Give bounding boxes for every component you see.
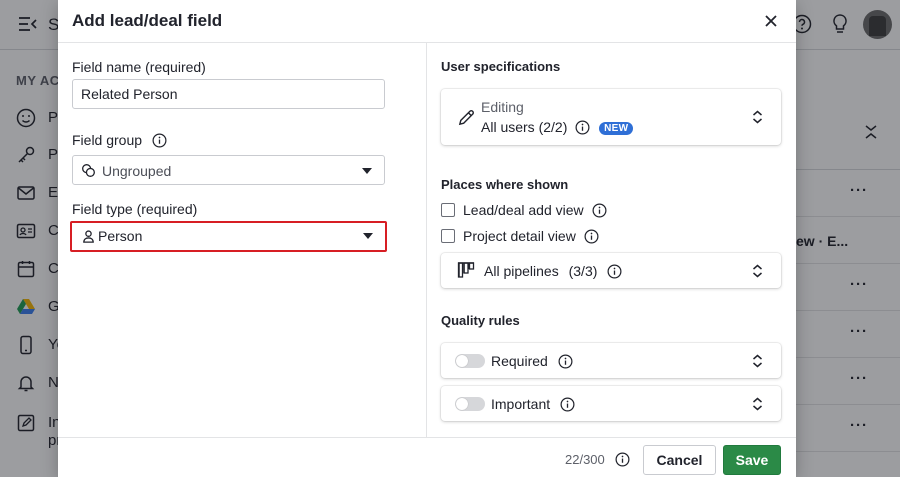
- chevron-updown-icon: [753, 264, 762, 278]
- checkbox-label: Project detail view: [463, 228, 599, 244]
- info-icon[interactable]: [575, 120, 590, 135]
- pipelines-card[interactable]: All pipelines (3/3): [441, 253, 781, 288]
- info-icon[interactable]: [560, 397, 575, 412]
- info-icon[interactable]: [615, 452, 630, 467]
- places-shown-title: Places where shown: [441, 177, 569, 192]
- info-icon[interactable]: [607, 264, 622, 279]
- info-icon[interactable]: [152, 133, 167, 148]
- field-settings-panel: Field name (required) Field group Ungrou…: [58, 43, 427, 437]
- field-type-label: Field type (required): [72, 201, 198, 217]
- pipelines-count: (3/3): [568, 263, 598, 279]
- close-icon: [765, 15, 777, 27]
- checkbox-label: Lead/deal add view: [463, 202, 607, 218]
- add-field-dialog: Add lead/deal field Field name (required…: [58, 0, 796, 477]
- dialog-title: Add lead/deal field: [72, 11, 223, 30]
- cancel-button[interactable]: Cancel: [643, 445, 716, 475]
- editing-value-row: All users (2/2) NEW: [481, 119, 634, 135]
- chevron-updown-icon: [753, 110, 762, 124]
- close-button[interactable]: [760, 10, 782, 32]
- dialog-header: Add lead/deal field: [58, 0, 796, 43]
- field-group-label-row: Field group: [72, 132, 167, 148]
- field-type-select[interactable]: Person: [70, 221, 387, 252]
- editing-label: Editing: [481, 99, 524, 115]
- person-icon: [83, 230, 94, 243]
- field-visibility-panel: User specifications Editing All users (2…: [427, 43, 796, 437]
- required-rule-card[interactable]: Required: [441, 343, 781, 378]
- info-icon[interactable]: [558, 354, 573, 369]
- required-label: Required: [491, 353, 548, 369]
- caret-down-icon: [362, 168, 372, 174]
- field-group-select[interactable]: Ungrouped: [72, 155, 385, 185]
- field-type-value: Person: [98, 228, 143, 244]
- info-icon[interactable]: [584, 229, 599, 244]
- pipeline-icon: [457, 262, 475, 278]
- project-detail-view-checkbox[interactable]: Project detail view: [441, 226, 641, 246]
- field-counter: 22/300: [565, 452, 605, 467]
- lead-deal-add-view-checkbox[interactable]: Lead/deal add view: [441, 200, 641, 220]
- editing-value: All users (2/2): [481, 119, 568, 135]
- important-row: Important: [491, 396, 575, 412]
- save-button[interactable]: Save: [723, 445, 781, 475]
- field-group-label: Field group: [72, 132, 143, 148]
- chevron-updown-icon: [753, 397, 762, 411]
- new-badge: NEW: [599, 122, 634, 135]
- caret-down-icon: [363, 233, 373, 239]
- important-rule-card[interactable]: Important: [441, 386, 781, 421]
- pencil-icon: [458, 110, 474, 126]
- field-name-label: Field name (required): [72, 59, 206, 75]
- pipelines-row: All pipelines (3/3): [484, 263, 622, 279]
- field-name-input[interactable]: [72, 79, 385, 109]
- checkbox[interactable]: [441, 203, 455, 217]
- required-row: Required: [491, 353, 573, 369]
- pipelines-label: All pipelines: [484, 263, 559, 279]
- editing-permissions-card[interactable]: Editing All users (2/2) NEW: [441, 89, 781, 145]
- field-group-value: Ungrouped: [102, 163, 172, 179]
- important-toggle[interactable]: [455, 397, 485, 411]
- user-specifications-title: User specifications: [441, 59, 561, 74]
- group-icon: [82, 164, 95, 177]
- quality-rules-title: Quality rules: [441, 313, 520, 328]
- important-label: Important: [491, 396, 551, 412]
- field-count-row: 22/300: [565, 452, 630, 467]
- dialog-footer: 22/300 Cancel Save: [58, 437, 796, 477]
- checkbox[interactable]: [441, 229, 455, 243]
- chevron-updown-icon: [753, 354, 762, 368]
- info-icon[interactable]: [592, 203, 607, 218]
- required-toggle[interactable]: [455, 354, 485, 368]
